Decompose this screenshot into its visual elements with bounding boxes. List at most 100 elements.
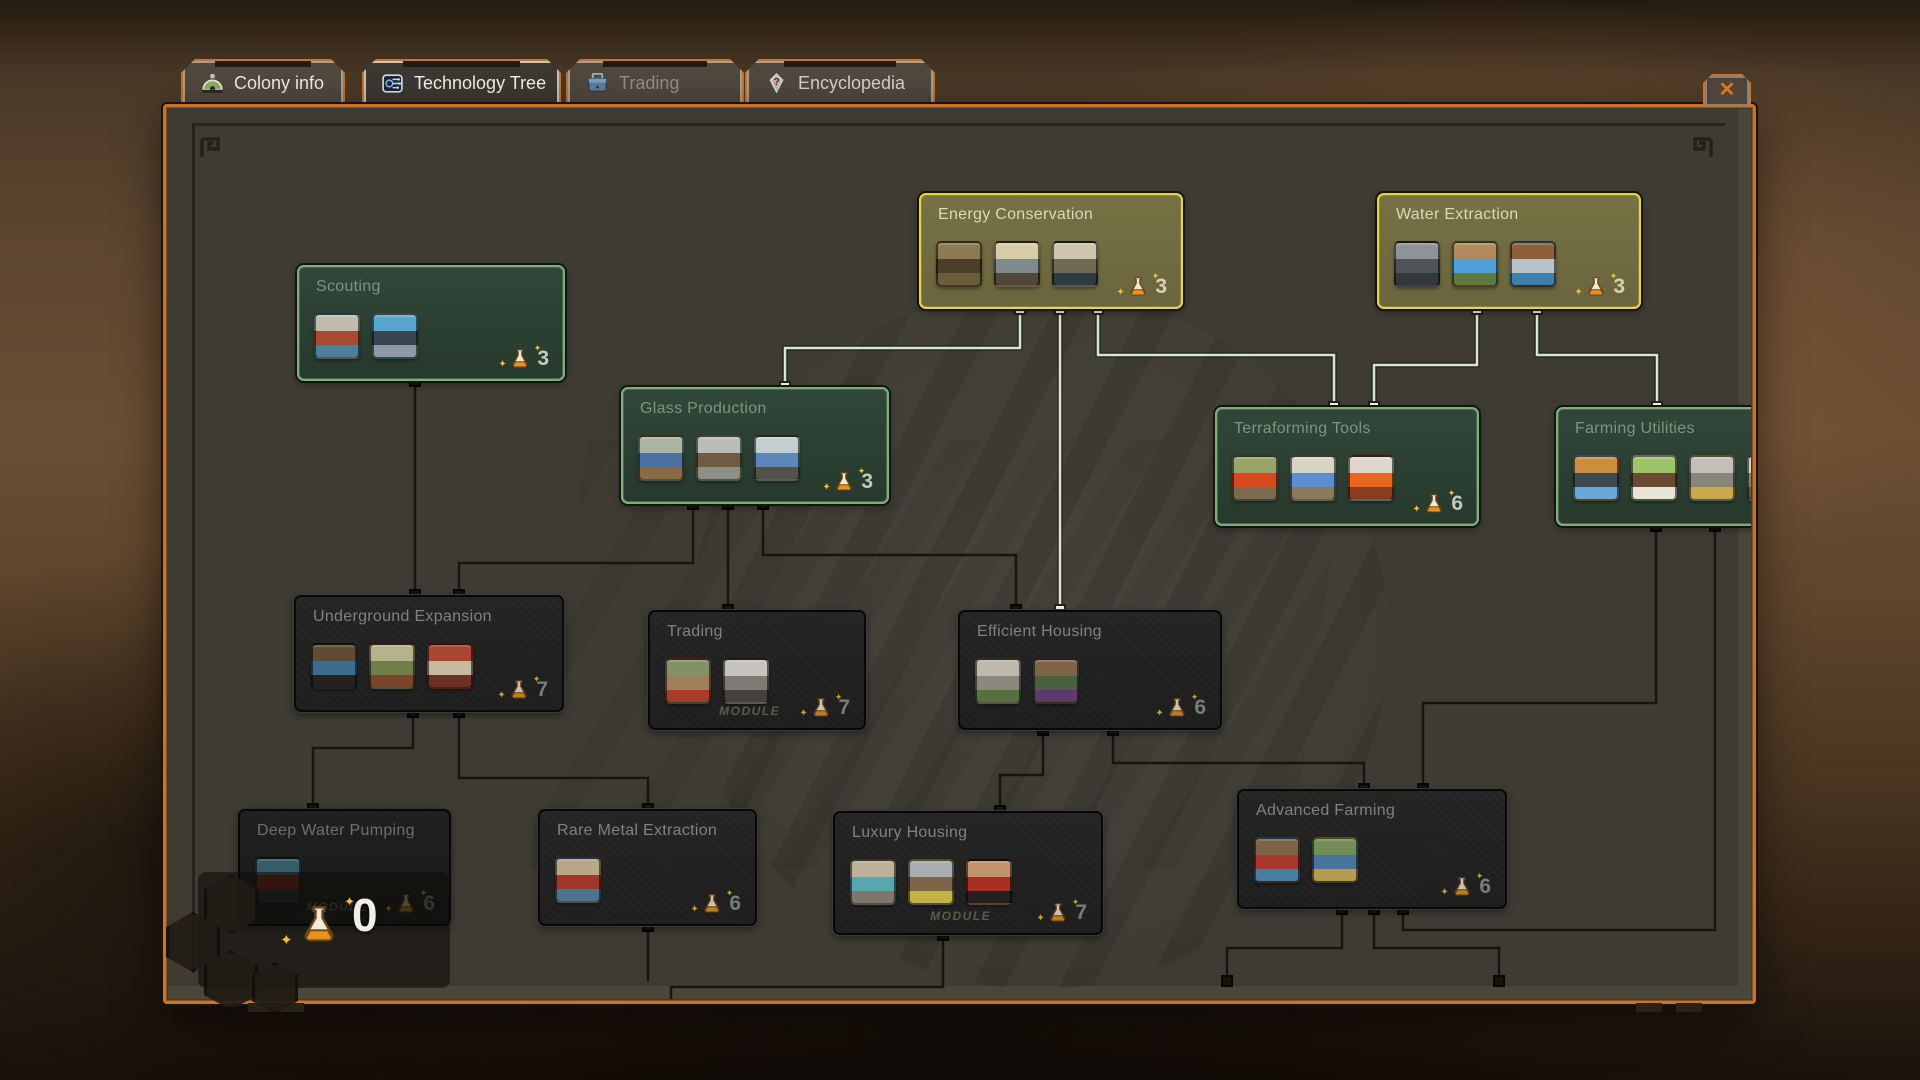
research-cost: 6 <box>1450 875 1491 899</box>
tech-node-rare-metal-extraction[interactable]: Rare Metal Extraction 6 <box>538 809 757 926</box>
tech-node-title: Energy Conservation <box>938 206 1093 224</box>
tech-node-title: Rare Metal Extraction <box>557 822 717 840</box>
tech-node-advanced-farming[interactable]: Advanced Farming 6 <box>1237 789 1507 909</box>
tab-encyclopedia[interactable]: ? Encyclopedia <box>745 59 935 105</box>
tab-colony-info[interactable]: Colony info <box>181 59 345 105</box>
atrium-tower-icon <box>908 859 954 905</box>
module-label: MODULE <box>930 909 991 923</box>
research-flask-icon <box>1046 901 1070 925</box>
glass-furnace-icon <box>754 435 800 481</box>
tech-node-title: Trading <box>667 623 723 641</box>
module-label: MODULE <box>307 900 368 914</box>
tab-label: Trading <box>619 73 679 94</box>
tech-node-terraforming-tools[interactable]: Terraforming Tools6 <box>1215 407 1479 526</box>
module-label: MODULE <box>719 704 780 718</box>
dome-icon <box>199 70 225 96</box>
power-unit-icon <box>1052 241 1098 287</box>
research-flask-icon <box>1450 875 1474 899</box>
cargo-shuttle-icon <box>723 658 769 704</box>
unlock-icons-row <box>638 435 800 481</box>
tech-node-trading-node[interactable]: Trading MODULE 7 <box>648 610 866 730</box>
atmosphere-reactor-icon <box>1348 455 1394 501</box>
panel-notch <box>248 1003 304 1012</box>
tech-node-title: Scouting <box>316 278 381 296</box>
luxury-tower-icon <box>850 859 896 905</box>
water-tank-icon <box>1510 241 1556 287</box>
tech-node-title: Deep Water Pumping <box>257 822 415 840</box>
research-flask-icon <box>1165 696 1189 720</box>
tech-node-title: Underground Expansion <box>313 608 492 626</box>
research-cost: 7 <box>809 696 850 720</box>
unlock-icons-row <box>314 313 418 359</box>
tech-node-underground-expansion[interactable]: Underground Expansion7 <box>294 595 564 712</box>
tech-node-farming-utilities[interactable]: Farming Utilities <box>1556 407 1751 526</box>
tab-label: Technology Tree <box>414 73 546 94</box>
tech-node-energy-conservation[interactable]: Energy Conservation 3 <box>919 193 1183 309</box>
research-cost: 6 <box>394 892 435 916</box>
research-flask-icon <box>832 470 856 494</box>
tech-node-title: Glass Production <box>640 400 767 418</box>
close-button[interactable]: ✕ <box>1703 74 1751 106</box>
deep-pump-icon <box>255 857 301 903</box>
drying-rack-icon <box>696 435 742 481</box>
tech-node-luxury-housing[interactable]: Luxury Housing MODULE 7 <box>833 811 1103 935</box>
tab-label: Colony info <box>234 73 324 94</box>
tech-node-title: Efficient Housing <box>977 623 1102 641</box>
tech-node-glass-production[interactable]: Glass Production3 <box>621 387 889 504</box>
round-module-icon <box>1747 455 1751 501</box>
svg-text:?: ? <box>773 77 779 88</box>
research-cost: 3 <box>1584 275 1625 299</box>
tech-node-water-extraction[interactable]: Water Extraction 3 <box>1377 193 1641 309</box>
round-tower-icon <box>975 658 1021 704</box>
research-flask-icon <box>1584 275 1608 299</box>
tech-node-title: Water Extraction <box>1396 206 1518 224</box>
frame-icon <box>936 241 982 287</box>
dome-tent-icon <box>1290 455 1336 501</box>
terraformer-icon <box>1232 455 1278 501</box>
research-cost: 6 <box>1165 696 1206 720</box>
tech-node-title: Luxury Housing <box>852 824 967 842</box>
scaffold-icon <box>1394 241 1440 287</box>
tech-node-scouting[interactable]: Scouting 3 <box>297 265 565 381</box>
research-cost: 6 <box>1422 492 1463 516</box>
unlock-icons-row <box>1573 455 1751 501</box>
circuit-icon <box>380 70 405 96</box>
oval-frame-icon <box>1689 455 1735 501</box>
tech-node-deep-water-pumping[interactable]: Deep Water Pumping MODULE 6 <box>238 809 451 926</box>
research-cost: 6 <box>700 892 741 916</box>
research-flask-icon <box>809 696 833 720</box>
explosive-barrel-icon <box>427 643 473 689</box>
rover-icon <box>314 313 360 359</box>
scout-drone-icon <box>372 313 418 359</box>
unlock-icons-row <box>975 658 1079 704</box>
unlock-icons-row <box>665 658 769 704</box>
happy-colonist-icon <box>966 859 1012 905</box>
research-cost: 7 <box>1046 901 1087 925</box>
cavern-dome-icon <box>311 643 357 689</box>
tech-node-title: Advanced Farming <box>1256 802 1395 820</box>
briefcase-icon <box>584 70 610 96</box>
metal-extractor-icon <box>555 857 601 903</box>
research-flask-icon <box>507 678 531 702</box>
tech-node-efficient-housing[interactable]: Efficient Housing 6 <box>958 610 1222 730</box>
tab-label: Encyclopedia <box>798 73 905 94</box>
research-flask-icon <box>700 892 724 916</box>
research-cost: 3 <box>1126 275 1167 299</box>
research-flask-icon <box>1422 492 1446 516</box>
drill-rig-icon <box>369 643 415 689</box>
solar-panel-icon <box>994 241 1040 287</box>
unlock-icons-row <box>1394 241 1556 287</box>
unlock-icons-row <box>850 859 1012 905</box>
tab-trading[interactable]: Trading <box>566 59 744 105</box>
tent-tower-icon <box>1033 658 1079 704</box>
research-flask-icon <box>1126 275 1150 299</box>
research-cost: 3 <box>508 347 549 371</box>
unlock-icons-row <box>311 643 473 689</box>
tech-node-title: Farming Utilities <box>1575 420 1695 438</box>
vertical-farm-icon <box>1254 837 1300 883</box>
tech-tree-canvas[interactable]: Scouting3Energy Conservation3Water Extra… <box>168 109 1751 999</box>
field-frame-icon <box>1573 455 1619 501</box>
glass-smelter-icon <box>638 435 684 481</box>
tab-technology-tree[interactable]: Technology Tree <box>362 59 561 105</box>
panel-notch <box>1676 1003 1702 1012</box>
